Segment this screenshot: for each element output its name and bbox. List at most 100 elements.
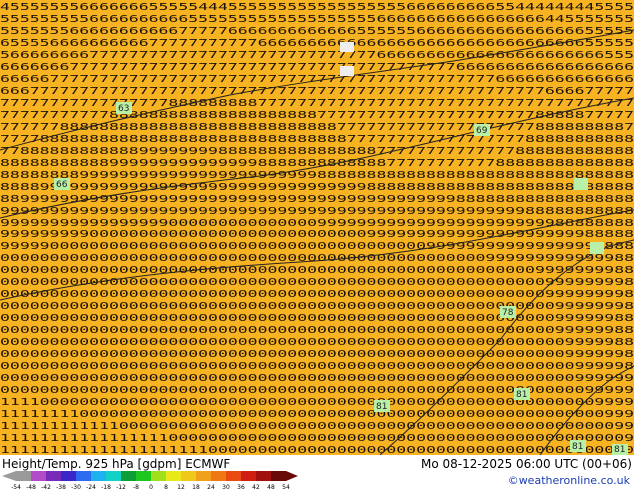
contour-label: 69 (474, 124, 490, 136)
colorbar-tick-label: 54 (282, 484, 290, 490)
colorbar-tick-label: 48 (267, 484, 275, 490)
colorbar-tick-label: -38 (56, 484, 66, 490)
colorbar-tick-label: 18 (192, 484, 200, 490)
colorbar-arrow-left (2, 471, 16, 481)
digit-row: 6666677777777777777777777777777777777777… (0, 74, 634, 85)
map-footer: Height/Temp. 925 hPa [gdpm] ECMWF Mo 08-… (0, 455, 634, 490)
contour-label: 63 (116, 102, 132, 114)
white-patch (340, 66, 354, 76)
colorbar-swatch (121, 471, 136, 481)
digit-row: 0000000000000000000000000000000000000000… (0, 325, 634, 336)
digit-row: 0000000000000000000000000000000000000000… (0, 361, 634, 372)
colorbar-tick-label: 12 (177, 484, 185, 490)
digit-row: 0000000000000000000000000000000000000000… (0, 385, 634, 396)
digit-row: 7777778888888888888888888888888888777777… (0, 122, 634, 133)
digit-row: 0000000000000000000000000000000000000000… (0, 313, 634, 324)
svg-text:66: 66 (56, 180, 68, 190)
digit-row: 0000000000000000000000000000000000000000… (0, 301, 634, 312)
colorbar-arrow-right (286, 471, 298, 481)
temperature-colorbar: -54 -48 -42 -38 -30 -24 -18 -12 -8 0 8 12 18 24 30 36 42… (2, 471, 298, 490)
svg-text:81: 81 (572, 442, 583, 452)
colorbar-swatch (46, 471, 61, 481)
colorbar-tick-label: 0 (149, 484, 153, 490)
contour-label: 81 (374, 400, 390, 412)
credit-link[interactable]: ©weatheronline.co.uk (508, 474, 630, 487)
colorbar-swatch (181, 471, 196, 481)
svg-text:81: 81 (376, 402, 387, 412)
digit-row: 5666666667777777777777777777777777777766… (0, 50, 634, 61)
contour-label: 81 (514, 388, 530, 400)
digit-row: 4555555566666665555544455555555555555555… (0, 2, 634, 13)
colorbar-swatch (76, 471, 91, 481)
digit-row: 1111111111110000000000000000000000000000… (0, 421, 634, 432)
digit-row: 0000000000000000000000000000000000000000… (0, 253, 634, 264)
digit-row: 0000000000000000000000000000000000000000… (0, 373, 634, 384)
colorbar-tick-label: -24 (86, 484, 96, 490)
colorbar-tick-label: -18 (101, 484, 111, 490)
map-svg: 4555555566666665555544455555555555555555… (0, 2, 634, 455)
colorbar-tick-label: -54 (11, 484, 21, 490)
digit-row: 9999900000000000000000000000000000000000… (0, 241, 634, 252)
colorbar-swatch (151, 471, 166, 481)
digit-row: 8899999999999999999999999999999999999999… (0, 194, 634, 205)
colorbar-swatch (211, 471, 226, 481)
svg-text:69: 69 (476, 126, 488, 136)
digit-row: 6666666777777777777777777777777777777777… (0, 62, 634, 73)
digit-row: 9999999999999999900000000000000099999999… (0, 218, 634, 229)
colorbar-tick-label: -12 (116, 484, 126, 490)
svg-text:63: 63 (118, 104, 129, 114)
colorbar-swatch (136, 471, 151, 481)
digit-row: 1111111100000000000000000000000000000000… (0, 409, 634, 420)
digit-row: 8888888899999999999999999999999988888888… (0, 170, 634, 181)
colorbar-tick-label: 8 (164, 484, 168, 490)
digit-row: 0000000000000000000000000000000000000000… (0, 265, 634, 276)
contour-label: 66 (54, 178, 70, 190)
colorbar-swatch (226, 471, 241, 481)
colorbar-tick-label: -30 (71, 484, 81, 490)
colorbar-swatch (16, 471, 31, 481)
digit-row: 5555555556666666666555555555555555555566… (0, 14, 634, 25)
colorbar-swatch (196, 471, 211, 481)
digit-row: 6555566666666667777777777766666666666666… (0, 38, 634, 49)
green-patch (590, 242, 604, 254)
svg-text:81: 81 (516, 390, 527, 400)
digit-row: 7777777777788888888888888888888877777777… (0, 110, 634, 121)
colorbar-tick-label: -8 (133, 484, 139, 490)
green-patch (574, 178, 588, 190)
colorbar-swatch (166, 471, 181, 481)
colorbar-tick-label: -42 (41, 484, 51, 490)
digit-row: 9999999999999999999999999999999999999999… (0, 206, 634, 217)
digit-row: 1111111111111111100000000000000000000000… (0, 433, 634, 444)
weather-map: 4555555566666665555544455555555555555555… (0, 0, 634, 455)
contour-label: 78 (500, 306, 516, 318)
digit-row: 9999999990000000000000000000000000000999… (0, 229, 634, 240)
digit-row: 5555555666666666667777766666666666665555… (0, 26, 634, 37)
colorbar-swatch (271, 471, 286, 481)
digit-row: 0000000000000000000000000000000000000000… (0, 349, 634, 360)
digit-row: 7788888888888899999999888888888888888877… (0, 146, 634, 157)
colorbar-tick-label: 30 (222, 484, 230, 490)
digit-row: 1111000000000000000000000000000000000000… (0, 397, 634, 408)
svg-text:78: 78 (502, 308, 514, 318)
digit-row: 8888999999999999999999999999999999999888… (0, 182, 634, 193)
svg-text:81: 81 (614, 445, 625, 455)
map-title: Height/Temp. 925 hPa [gdpm] ECMWF (2, 457, 231, 471)
colorbar-swatch (31, 471, 46, 481)
colorbar-swatch (91, 471, 106, 481)
colorbar-swatch (241, 471, 256, 481)
digit-row: 6667777777777777777777777777777777777777… (0, 86, 634, 97)
colorbar-tick-label: 24 (207, 484, 215, 490)
contour-label: 81 (612, 444, 628, 455)
colorbar-tick-label: -48 (26, 484, 36, 490)
digit-row: 0000000000000000000000000000000000000000… (0, 337, 634, 348)
white-patch (340, 42, 354, 52)
digit-row: 7777777777777777788888888877777777777777… (0, 98, 634, 109)
colorbar-swatch (256, 471, 271, 481)
digit-row: 1111111111111111111110000000000000000000… (0, 445, 634, 455)
digit-row: 7777888888888888888888888888888888877777… (0, 134, 634, 145)
colorbar-swatch (61, 471, 76, 481)
colorbar-tick-label: 36 (237, 484, 245, 490)
contour-label: 81 (570, 440, 586, 452)
colorbar-swatch (106, 471, 121, 481)
valid-time: Mo 08-12-2025 06:00 UTC (00+06) (420, 457, 632, 471)
